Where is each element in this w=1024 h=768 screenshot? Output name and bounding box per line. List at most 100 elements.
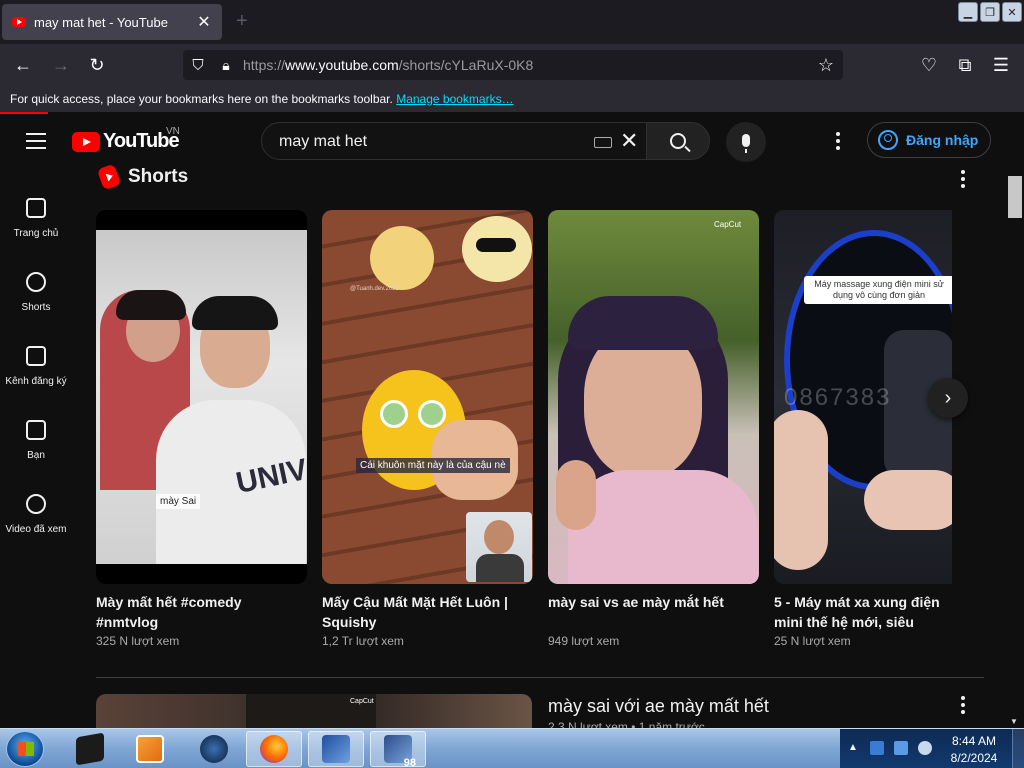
short-card[interactable]: UNIV mày Sai Mày mất hết #comedy #nmtvlo… — [96, 210, 307, 648]
short-overlay-text: mày Sai — [156, 494, 201, 509]
microphone-icon — [742, 133, 750, 153]
window-controls: ▁ ❐ ✕ — [958, 2, 1022, 22]
scrollbar-thumb[interactable] — [1008, 176, 1022, 218]
taskbar-app-firefox[interactable] — [246, 731, 302, 767]
keyboard-icon[interactable] — [594, 137, 612, 148]
short-thumbnail[interactable]: CapCut — [548, 210, 759, 584]
short-card[interactable]: Máy massage xung điện mini sử dụng vô cù… — [774, 210, 952, 648]
short-card[interactable]: Cái khuôn mặt này là của cậu nè @Tuanh.d… — [322, 210, 533, 648]
short-card[interactable]: CapCut mày sai vs ae mày mắt hết 949 lượ… — [548, 210, 759, 648]
shorts-next-button[interactable]: › — [928, 378, 968, 418]
windows98-icon: 98 — [384, 735, 416, 768]
short-title[interactable]: mày sai vs ae mày mắt hết — [548, 592, 759, 632]
taskbar: 98 ▲ 8:44 AM 8/2/2024 — [0, 728, 1024, 768]
shorts-section-header: Shorts — [96, 163, 189, 191]
app-badge: 98 — [403, 757, 416, 768]
sidebar-item-label: Shorts — [21, 302, 51, 313]
video-meta: 2,3 N lượt xem • 1 năm trước — [548, 720, 705, 728]
home-icon — [26, 198, 46, 218]
short-views: 949 lượt xem — [548, 634, 620, 648]
country-code: VN — [166, 126, 180, 137]
youtube-play-icon — [72, 131, 100, 152]
reload-icon[interactable]: ↻ — [86, 54, 108, 76]
browser-tab[interactable]: may mat het - YouTube ✕ — [2, 4, 222, 40]
manage-bookmarks-link[interactable]: Manage bookmarks… — [396, 92, 513, 106]
short-thumbnail[interactable]: UNIV mày Sai — [96, 210, 307, 584]
system-tray: ▲ 8:44 AM 8/2/2024 — [840, 729, 1024, 768]
clock-date[interactable]: 8/2/2024 — [948, 751, 1000, 765]
taskbar-app-virtualbox[interactable] — [308, 731, 364, 767]
url-bar[interactable]: ⛉ 🔒︎ https://www.youtube.com/shorts/cYLa… — [183, 50, 843, 80]
short-views: 1,2 Tr lượt xem — [322, 634, 404, 648]
back-arrow-icon[interactable]: ← — [12, 54, 34, 76]
search-input[interactable]: may mat het ✕ — [261, 122, 647, 160]
account-icon — [878, 130, 898, 150]
short-title[interactable]: 5 - Máy mát xa xung điện mini thế hệ mới… — [774, 592, 952, 632]
show-hidden-icons-icon[interactable]: ▲ — [848, 742, 858, 753]
short-overlay-text: Cái khuôn mặt này là của cậu nè — [356, 458, 510, 473]
short-views: 325 N lượt xem — [96, 634, 180, 648]
guide-menu-icon[interactable] — [26, 133, 46, 149]
minimize-button[interactable]: ▁ — [958, 2, 978, 22]
clock-time[interactable]: 8:44 AM — [948, 734, 1000, 748]
pocket-icon[interactable]: ♡ — [918, 54, 940, 76]
tray-app-icon[interactable] — [870, 741, 884, 755]
bookmark-star-icon[interactable]: ☆ — [815, 54, 837, 76]
search-button[interactable] — [646, 122, 710, 160]
taskbar-app-network[interactable] — [186, 731, 242, 767]
video-title[interactable]: mày sai với ae mày mất hết — [548, 696, 769, 717]
scroll-down-arrow-icon[interactable]: ▼ — [1010, 717, 1018, 726]
menu-icon[interactable]: ☰ — [990, 54, 1012, 76]
extensions-icon[interactable]: ⧉ — [954, 54, 976, 76]
shorts-menu-icon[interactable] — [961, 170, 965, 188]
video-watermark: CapCut — [350, 698, 374, 705]
network-icon[interactable] — [894, 741, 908, 755]
page-scrollbar[interactable]: ▼ — [1006, 168, 1024, 728]
taskbar-app-win98[interactable]: 98 — [370, 731, 426, 768]
short-thumbnail[interactable]: Cái khuôn mặt này là của cậu nè @Tuanh.d… — [322, 210, 533, 584]
sidebar-item-label: Video đã xem — [5, 524, 67, 535]
shorts-section-title: Shorts — [128, 166, 189, 187]
video-thumbnail[interactable]: CapCut — [96, 694, 532, 728]
show-desktop-button[interactable] — [1012, 729, 1024, 768]
sidebar-item-subscriptions[interactable]: Kênh đăng ký — [0, 330, 72, 404]
clear-search-icon[interactable]: ✕ — [620, 130, 638, 152]
youtube-logo[interactable]: YouTube — [72, 130, 180, 153]
close-window-button[interactable]: ✕ — [1002, 2, 1022, 22]
settings-kebab-icon[interactable] — [836, 132, 840, 150]
forward-arrow-icon[interactable]: → — [50, 54, 72, 76]
taskbar-app-media[interactable] — [122, 731, 178, 767]
virtualbox-icon — [322, 735, 350, 763]
browser-tabstrip: may mat het - YouTube ✕ + ▁ ❐ ✕ — [0, 0, 1024, 44]
sidebar-item-home[interactable]: Trang chủ — [0, 182, 72, 256]
lock-icon[interactable]: 🔒︎ — [215, 54, 237, 76]
voice-search-button[interactable] — [726, 122, 766, 162]
short-views: 25 N lượt xem — [774, 634, 851, 648]
sidebar-item-history[interactable]: Video đã xem — [0, 478, 72, 552]
short-title[interactable]: Mày mất hết #comedy #nmtvlog — [96, 592, 307, 632]
sidebar-item-label: Trang chủ — [13, 228, 59, 239]
taskbar-app-terminal[interactable] — [62, 731, 118, 767]
sidebar-item-shorts[interactable]: Shorts — [0, 256, 72, 330]
short-thumbnail[interactable]: Máy massage xung điện mini sử dụng vô cù… — [774, 210, 952, 584]
url-text: https://www.youtube.com/shorts/cYLaRuX-0… — [243, 57, 534, 73]
short-watermark: @Tuanh.dev.2021 — [350, 286, 399, 292]
new-tab-button[interactable]: + — [236, 10, 248, 33]
tab-close-icon[interactable]: ✕ — [196, 12, 212, 32]
short-title[interactable]: Mấy Cậu Mất Mặt Hết Luôn | Squishy — [322, 592, 533, 632]
browser-navbar: ← → ↻ ⛉ 🔒︎ https://www.youtube.com/short… — [0, 44, 1024, 86]
shorts-icon — [26, 272, 46, 292]
maximize-button[interactable]: ❐ — [980, 2, 1000, 22]
mini-guide: Trang chủ Shorts Kênh đăng ký Bạn Video … — [0, 168, 72, 728]
volume-icon[interactable] — [918, 741, 932, 755]
shield-icon[interactable]: ⛉ — [187, 54, 209, 76]
start-button[interactable] — [6, 731, 44, 767]
youtube-header: YouTube VN may mat het ✕ Đăng nhập — [0, 114, 1024, 168]
video-menu-icon[interactable] — [961, 696, 965, 714]
you-icon — [26, 420, 46, 440]
sign-in-button[interactable]: Đăng nhập — [867, 122, 991, 158]
sidebar-item-you[interactable]: Bạn — [0, 404, 72, 478]
windows-logo-icon — [18, 742, 34, 756]
shorts-logo-icon — [96, 163, 122, 191]
youtube-favicon-icon — [12, 17, 26, 27]
